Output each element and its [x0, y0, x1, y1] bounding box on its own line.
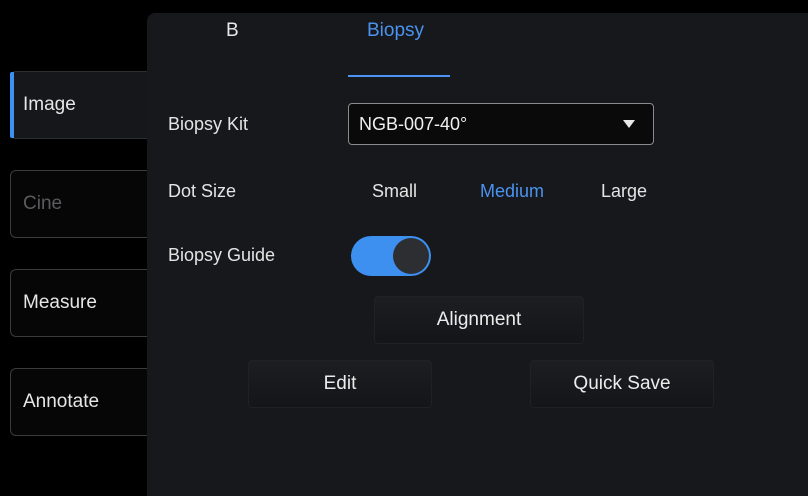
sidebar-item-label: Measure [23, 292, 97, 313]
sidebar-item-measure[interactable]: Measure [10, 269, 150, 337]
sidebar-item-annotate[interactable]: Annotate [10, 368, 150, 436]
sidebar: Image Cine Measure Annotate [0, 0, 150, 496]
sidebar-item-image[interactable]: Image [10, 71, 150, 139]
sidebar-item-label: Annotate [23, 391, 100, 412]
biopsy-kit-value: NGB-007-40° [359, 113, 468, 134]
quick-save-button[interactable]: Quick Save [530, 360, 714, 408]
active-tab-indicator [348, 75, 450, 77]
biopsy-guide-label: Biopsy Guide [168, 245, 276, 265]
dot-size-label: Dot Size [168, 181, 237, 201]
toggle-knob [393, 238, 429, 274]
dot-size-medium[interactable]: Medium [480, 181, 544, 202]
sidebar-item-cine[interactable]: Cine [10, 170, 150, 238]
biopsy-guide-toggle[interactable] [351, 236, 431, 276]
biopsy-kit-label: Biopsy Kit [168, 114, 249, 134]
tab-b[interactable]: B [226, 20, 239, 42]
dot-size-small[interactable]: Small [372, 181, 417, 202]
chevron-down-icon [623, 120, 635, 128]
alignment-button[interactable]: Alignment [374, 296, 584, 344]
sidebar-item-label: Image [23, 94, 76, 115]
edit-button[interactable]: Edit [248, 360, 432, 408]
tab-biopsy[interactable]: Biopsy [367, 20, 424, 42]
biopsy-kit-select[interactable]: NGB-007-40° [348, 103, 654, 145]
dot-size-large[interactable]: Large [601, 181, 647, 202]
sidebar-item-label: Cine [23, 193, 63, 214]
